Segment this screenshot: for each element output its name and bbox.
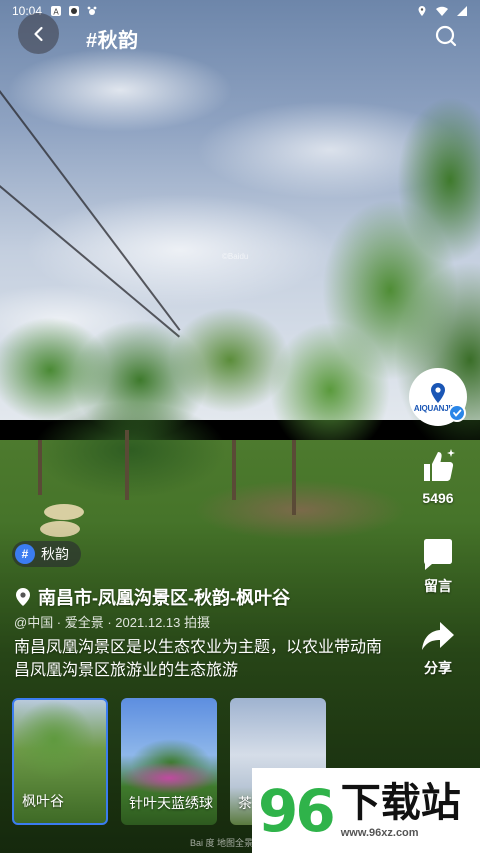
status-bar: 10:04 A [0,0,480,22]
back-button[interactable] [18,13,59,54]
thumbs-up-icon [424,449,455,481]
post-description: 南昌凤凰沟景区是以生态农业为主题，以农业带动南昌凤凰沟景区旅游业的生态旅游 [14,639,383,679]
tree-trunk [125,430,129,500]
svg-text:A: A [53,8,59,17]
brand-text: 下载站 [340,780,461,825]
scene-thumbnail-label: 针叶天蓝绣球 [129,795,213,811]
hay-bale [44,504,84,520]
chevron-left-icon [33,26,43,41]
comment-label: 留言 [424,578,452,594]
wifi-icon [436,6,448,16]
location-pin-icon [16,588,30,606]
share-button[interactable]: 分享 [408,620,468,678]
site-watermark-logo: 96 下载站 www.96xz.com [252,768,480,853]
search-icon [435,25,457,47]
baidu-watermark: ©Baidu [222,252,249,261]
verified-badge [448,404,466,422]
post-meta: @中国 · 爱全景 · 2021.12.13 拍摄 [14,615,210,630]
brand-url: www.96xz.com [340,826,419,839]
location-text: 南昌市-凤凰沟景区-秋韵-枫叶谷 [38,588,290,608]
location-pin-icon [431,382,445,403]
tree-trunk [38,440,42,495]
topic-tag[interactable]: # 秋韵 [12,541,81,567]
baidu-map-watermark: Bai 度 地图全景 [190,838,254,848]
scene-thumbnail-label: 枫叶谷 [22,793,64,809]
topic-tag-label: 秋韵 [41,546,69,562]
check-icon [453,409,462,417]
trees [0,300,300,530]
scene-thumbnail-label: 茶 [238,795,252,811]
comment-button[interactable]: 留言 [408,536,468,596]
comment-bubble-icon [424,539,452,570]
location-title[interactable]: 南昌市-凤凰沟景区-秋韵-枫叶谷 [14,584,290,610]
signal-icon [457,6,467,16]
location-icon [418,6,426,16]
like-count: 5496 [422,490,454,506]
search-button[interactable] [432,22,460,50]
share-arrow-icon [422,622,454,650]
share-label: 分享 [424,660,452,676]
page-title: #秋韵 [86,30,139,52]
scene-thumbnail[interactable]: 枫叶谷 [12,698,108,825]
app-notification-icon [69,6,80,16]
notification-a-icon: A [51,6,62,17]
tree-trunk [232,440,236,500]
scene-thumbnail[interactable]: 针叶天蓝绣球 [121,698,217,825]
like-button[interactable]: 5496 [408,446,468,506]
paw-icon [87,6,97,15]
tree-trunk [292,440,296,515]
hashtag-icon: # [15,544,35,564]
brand-number: 96 [258,776,336,845]
